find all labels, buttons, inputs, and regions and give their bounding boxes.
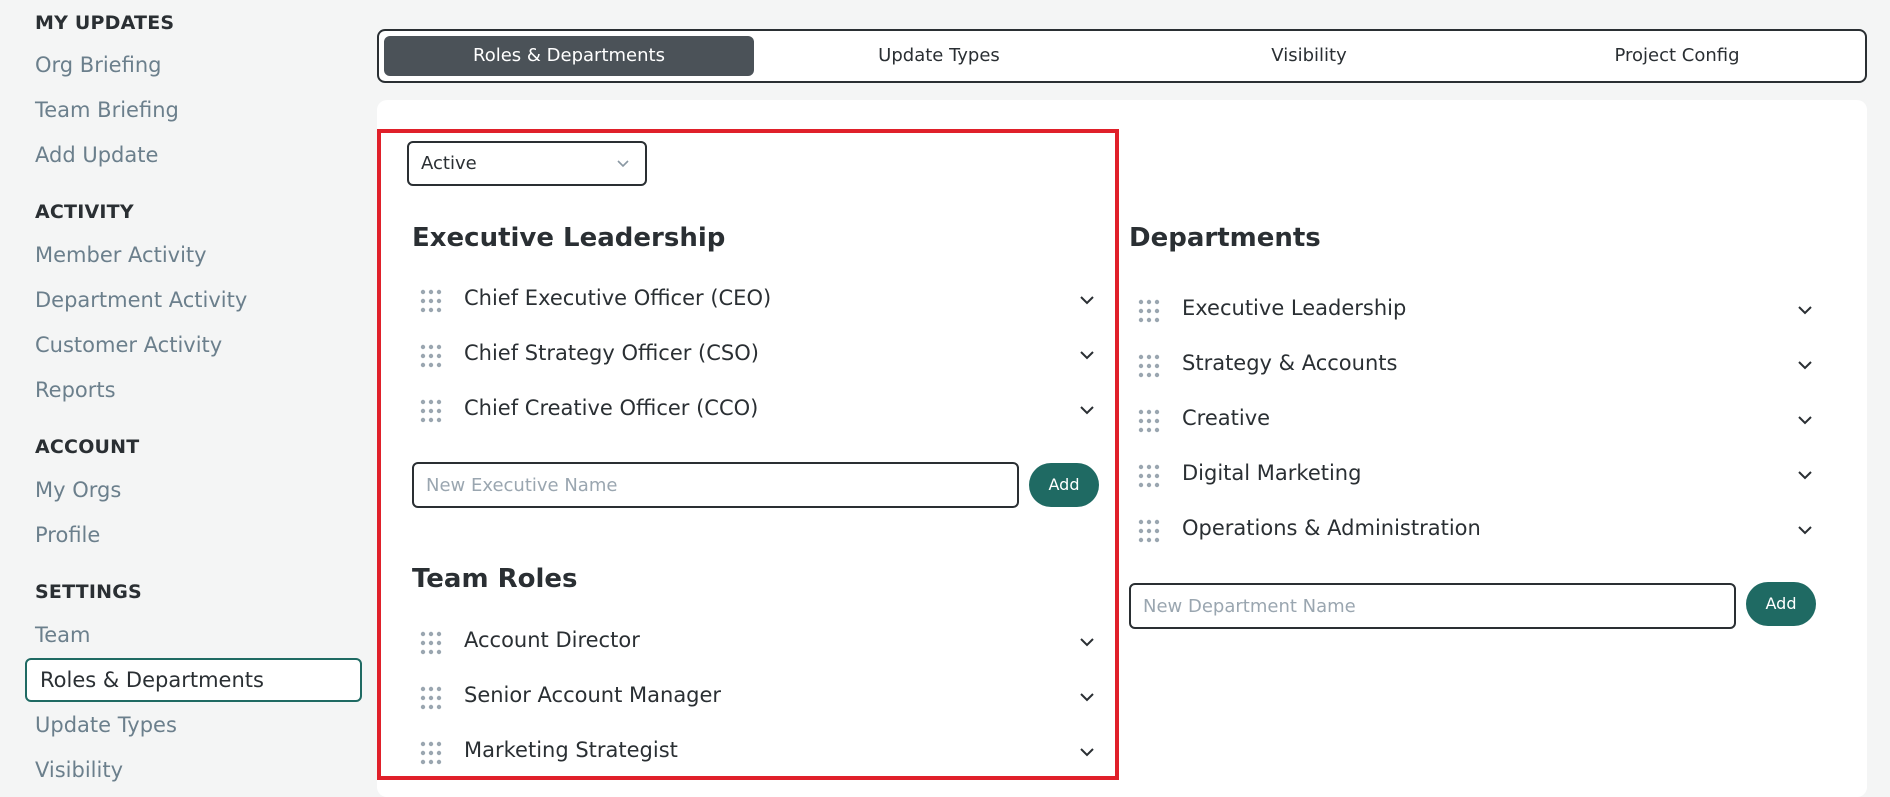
team-role-row[interactable]: Senior Account Manager <box>419 677 1095 717</box>
tab-update-types[interactable]: Update Types <box>754 36 1124 76</box>
nav-heading-settings: SETTINGS <box>35 581 142 603</box>
executive-leadership-title: Executive Leadership <box>412 223 726 253</box>
chevron-down-icon[interactable] <box>1079 687 1095 707</box>
chevron-down-icon[interactable] <box>1079 400 1095 420</box>
status-filter-value: Active <box>421 153 477 174</box>
exec-row[interactable]: Chief Creative Officer (CCO) <box>419 390 1095 430</box>
team-roles-title: Team Roles <box>412 564 578 594</box>
drag-handle-icon[interactable] <box>1137 354 1161 378</box>
team-role-row[interactable]: Marketing Strategist <box>419 732 1095 772</box>
new-executive-name-input[interactable] <box>412 462 1019 508</box>
drag-handle-icon[interactable] <box>419 289 443 313</box>
drag-handle-icon[interactable] <box>419 399 443 423</box>
nav-item-team[interactable]: Team <box>35 623 91 647</box>
settings-tabbar: Roles & Departments Update Types Visibil… <box>377 29 1867 83</box>
team-role-row-label: Senior Account Manager <box>464 683 722 707</box>
department-row-label: Creative <box>1182 406 1271 430</box>
department-row-label: Executive Leadership <box>1182 296 1407 320</box>
nav-item-add-update[interactable]: Add Update <box>35 143 158 167</box>
exec-row-label: Chief Creative Officer (CCO) <box>464 396 759 420</box>
nav-heading-account: ACCOUNT <box>35 436 140 458</box>
department-row[interactable]: Creative <box>1137 400 1813 440</box>
nav-item-department-activity[interactable]: Department Activity <box>35 288 247 312</box>
drag-handle-icon[interactable] <box>419 741 443 765</box>
drag-handle-icon[interactable] <box>1137 299 1161 323</box>
exec-row-label: Chief Strategy Officer (CSO) <box>464 341 759 365</box>
departments-title: Departments <box>1129 223 1321 253</box>
chevron-down-icon[interactable] <box>1797 520 1813 540</box>
nav-item-visibility[interactable]: Visibility <box>35 758 123 782</box>
add-executive-button[interactable]: Add <box>1029 463 1099 507</box>
nav-item-team-briefing[interactable]: Team Briefing <box>35 98 179 122</box>
department-row[interactable]: Strategy & Accounts <box>1137 345 1813 385</box>
department-row-label: Digital Marketing <box>1182 461 1362 485</box>
add-department-button[interactable]: Add <box>1746 582 1816 626</box>
chevron-down-icon[interactable] <box>1079 345 1095 365</box>
nav-heading-activity: ACTIVITY <box>35 201 134 223</box>
chevron-down-icon[interactable] <box>1079 742 1095 762</box>
department-row-label: Operations & Administration <box>1182 516 1481 540</box>
nav-heading-my-updates: MY UPDATES <box>35 12 175 34</box>
team-role-row-label: Marketing Strategist <box>464 738 678 762</box>
sidebar: MY UPDATES Org Briefing Team Briefing Ad… <box>5 0 365 797</box>
drag-handle-icon[interactable] <box>419 686 443 710</box>
team-role-row[interactable]: Account Director <box>419 622 1095 662</box>
chevron-down-icon[interactable] <box>1797 410 1813 430</box>
drag-handle-icon[interactable] <box>419 344 443 368</box>
drag-handle-icon[interactable] <box>1137 519 1161 543</box>
new-department-name-input[interactable] <box>1129 583 1736 629</box>
nav-item-my-orgs[interactable]: My Orgs <box>35 478 121 502</box>
exec-row[interactable]: Chief Strategy Officer (CSO) <box>419 335 1095 375</box>
department-row[interactable]: Operations & Administration <box>1137 510 1813 550</box>
exec-row[interactable]: Chief Executive Officer (CEO) <box>419 280 1095 320</box>
chevron-down-icon[interactable] <box>1797 300 1813 320</box>
drag-handle-icon[interactable] <box>1137 409 1161 433</box>
department-row-label: Strategy & Accounts <box>1182 351 1398 375</box>
department-row[interactable]: Executive Leadership <box>1137 290 1813 330</box>
tab-visibility[interactable]: Visibility <box>1124 36 1494 76</box>
nav-item-profile[interactable]: Profile <box>35 523 100 547</box>
drag-handle-icon[interactable] <box>1137 464 1161 488</box>
chevron-down-icon[interactable] <box>1797 465 1813 485</box>
chevron-down-icon[interactable] <box>1079 290 1095 310</box>
tab-roles-departments[interactable]: Roles & Departments <box>384 36 754 76</box>
department-row[interactable]: Digital Marketing <box>1137 455 1813 495</box>
nav-item-member-activity[interactable]: Member Activity <box>35 243 207 267</box>
tab-project-config[interactable]: Project Config <box>1492 36 1862 76</box>
nav-item-reports[interactable]: Reports <box>35 378 116 402</box>
nav-item-update-types[interactable]: Update Types <box>35 713 177 737</box>
status-filter-select[interactable]: Active <box>407 141 647 186</box>
nav-item-org-briefing[interactable]: Org Briefing <box>35 53 161 77</box>
exec-row-label: Chief Executive Officer (CEO) <box>464 286 772 310</box>
drag-handle-icon[interactable] <box>419 631 443 655</box>
nav-item-customer-activity[interactable]: Customer Activity <box>35 333 222 357</box>
team-role-row-label: Account Director <box>464 628 640 652</box>
chevron-down-icon[interactable] <box>1797 355 1813 375</box>
chevron-down-icon[interactable] <box>1079 632 1095 652</box>
nav-item-roles-departments[interactable]: Roles & Departments <box>25 658 362 702</box>
chevron-down-icon <box>615 143 631 184</box>
